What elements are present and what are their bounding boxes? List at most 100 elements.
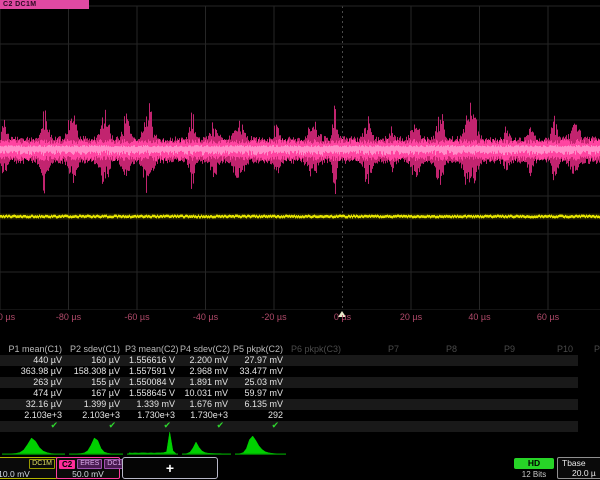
parameter-column-p5: P5 pkpk(C2)27.97 mV33.477 mV25.03 mV59.9… — [233, 344, 288, 432]
parameter-column-p7: P7 — [346, 344, 404, 432]
empty-cell — [288, 366, 346, 377]
c2-channel-label: C2 — [59, 460, 75, 469]
empty-cell — [404, 377, 462, 388]
empty-cell — [520, 399, 578, 410]
parameter-stat-p5: 6.135 mV — [233, 399, 288, 410]
parameter-stat-p4: 1.676 mV — [180, 399, 233, 410]
c2-eres-tag: ERES — [77, 459, 102, 469]
parameter-stat-p2: 2.103e+3 — [67, 410, 125, 421]
empty-cell — [462, 410, 520, 421]
histicon-p4[interactable] — [180, 432, 233, 456]
parameter-stat-p4: 2.200 mV — [180, 355, 233, 366]
empty-cell — [520, 355, 578, 366]
c1-coupling-tag: DC1M — [29, 459, 55, 469]
parameter-stat-p1: 32.16 µV — [0, 399, 67, 410]
add-trace-button[interactable]: + — [122, 457, 218, 479]
parameter-stat-p3: 1.556616 V — [125, 355, 180, 366]
parameter-column-p4: P4 sdev(C2)2.200 mV2.968 mV1.891 mV10.03… — [180, 344, 233, 432]
parameter-column-p3: P3 mean(C2)1.556616 V1.557591 V1.550084 … — [125, 344, 180, 432]
parameter-header-p5[interactable]: P5 pkpk(C2) — [233, 344, 288, 355]
empty-cell — [520, 421, 578, 432]
empty-cell — [520, 377, 578, 388]
empty-cell — [404, 421, 462, 432]
time-axis-label: -100 µs — [0, 312, 15, 322]
parameter-header-p1[interactable]: P1 mean(C1) — [0, 344, 67, 355]
empty-cell — [462, 355, 520, 366]
parameter-status-check-p5: ✔ — [233, 421, 288, 432]
empty-cell — [346, 410, 404, 421]
empty-cell — [404, 388, 462, 399]
empty-cell — [288, 355, 346, 366]
time-axis-label: -20 µs — [261, 312, 286, 322]
parameter-stat-p2: 158.308 µV — [67, 366, 125, 377]
waveform-display — [0, 0, 600, 310]
empty-cell — [404, 366, 462, 377]
adc-resolution-label: 12 Bits — [514, 470, 554, 479]
parameter-stat-p2: 155 µV — [67, 377, 125, 388]
empty-cell — [520, 366, 578, 377]
parameter-stat-p4: 10.031 mV — [180, 388, 233, 399]
c2-vertical-scale: 50.0 mV — [57, 469, 119, 479]
empty-cell — [346, 388, 404, 399]
parameter-stat-p2: 160 µV — [67, 355, 125, 366]
empty-cell — [346, 399, 404, 410]
empty-cell — [462, 388, 520, 399]
parameter-stat-p1: 263 µV — [0, 377, 67, 388]
empty-cell — [346, 366, 404, 377]
histicon-p3[interactable] — [125, 432, 180, 456]
parameter-stat-p1: 474 µV — [0, 388, 67, 399]
parameter-header-p7[interactable]: P7 — [346, 344, 404, 355]
parameter-stat-p3: 1.558645 V — [125, 388, 180, 399]
parameter-header-p3[interactable]: P3 mean(C2) — [125, 344, 180, 355]
parameter-column-p10: P10 — [520, 344, 578, 432]
parameter-stat-p5: 59.97 mV — [233, 388, 288, 399]
timebase-value: 20.0 µ — [558, 468, 600, 478]
parameter-header-p2[interactable]: P2 sdev(C1) — [67, 344, 125, 355]
timebase-descriptor[interactable]: Tbase 20.0 µ — [557, 457, 600, 479]
parameter-header-p4[interactable]: P4 sdev(C2) — [180, 344, 233, 355]
channel-descriptor-c2[interactable]: C2 ERES DC1M 50.0 mV — [56, 457, 120, 479]
parameter-stat-p1: 363.98 µV — [0, 366, 67, 377]
parameter-stat-p4: 1.891 mV — [180, 377, 233, 388]
parameter-stat-p5: 25.03 mV — [233, 377, 288, 388]
empty-cell — [462, 377, 520, 388]
parameter-stat-p1: 440 µV — [0, 355, 67, 366]
empty-cell — [288, 388, 346, 399]
time-axis-label: 20 µs — [400, 312, 422, 322]
parameter-status-check-p1: ✔ — [0, 421, 67, 432]
parameter-stat-p5: 33.477 mV — [233, 366, 288, 377]
trace-descriptor-row: C1 DC1M 10.0 mV C2 ERES DC1M 50.0 mV + H… — [0, 456, 600, 480]
parameter-stat-p2: 167 µV — [67, 388, 125, 399]
trace-annotation-chip: C2 DC1M — [0, 0, 89, 9]
parameter-header-p11[interactable]: P11 — [594, 344, 600, 355]
parameter-stat-p3: 1.557591 V — [125, 366, 180, 377]
parameter-stat-p1: 2.103e+3 — [0, 410, 67, 421]
histicon-p5[interactable] — [233, 432, 288, 456]
parameter-stat-p3: 1.730e+3 — [125, 410, 180, 421]
c1-vertical-scale: 10.0 mV — [0, 469, 57, 479]
parameter-column-p1: P1 mean(C1)440 µV363.98 µV263 µV474 µV32… — [0, 344, 67, 432]
empty-cell — [520, 410, 578, 421]
parameter-header-p6[interactable]: P6 pkpk(C3) — [288, 344, 346, 355]
time-axis-label: -80 µs — [56, 312, 81, 322]
parameter-status-check-p2: ✔ — [67, 421, 125, 432]
empty-cell — [404, 399, 462, 410]
parameter-column-p2: P2 sdev(C1)160 µV158.308 µV155 µV167 µV1… — [67, 344, 125, 432]
empty-cell — [346, 377, 404, 388]
parameter-header-p10[interactable]: P10 — [520, 344, 578, 355]
parameter-header-p9[interactable]: P9 — [462, 344, 520, 355]
parameter-stat-p4: 1.730e+3 — [180, 410, 233, 421]
empty-cell — [288, 410, 346, 421]
parameter-stat-p4: 2.968 mV — [180, 366, 233, 377]
histicon-p2[interactable] — [67, 432, 125, 456]
time-axis: -100 µs-80 µs-60 µs-40 µs-20 µs0 µs20 µs… — [0, 310, 600, 326]
empty-cell — [462, 399, 520, 410]
parameter-header-p8[interactable]: P8 — [404, 344, 462, 355]
measurement-table: P1 mean(C1)440 µV363.98 µV263 µV474 µV32… — [0, 344, 600, 432]
channel-descriptor-c1[interactable]: C1 DC1M 10.0 mV — [0, 457, 58, 479]
histicon-p1[interactable] — [0, 432, 67, 456]
empty-cell — [288, 399, 346, 410]
empty-cell — [462, 421, 520, 432]
parameter-status-check-p4: ✔ — [180, 421, 233, 432]
empty-cell — [404, 355, 462, 366]
